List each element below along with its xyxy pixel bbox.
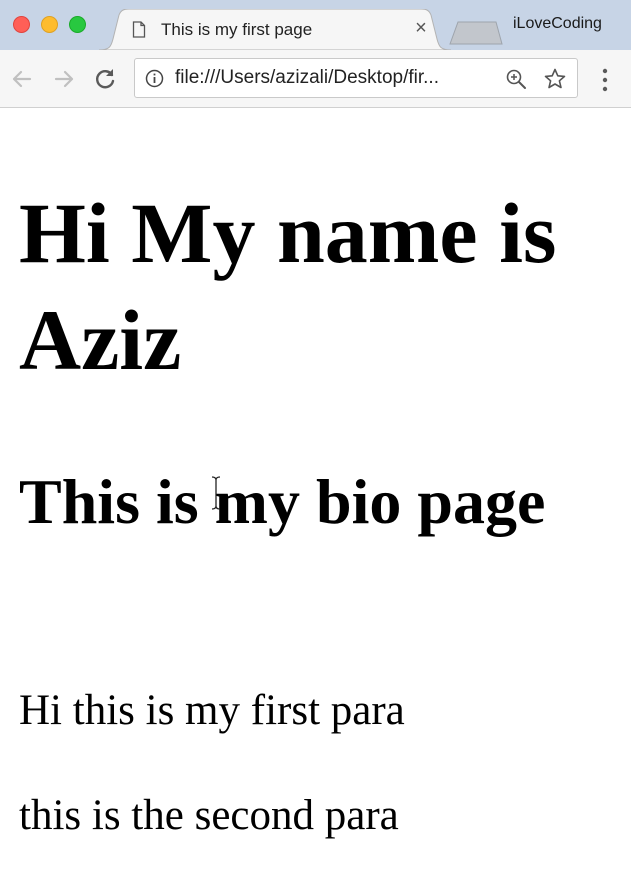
window-close-button[interactable]	[13, 16, 30, 33]
tab-close-button[interactable]: ×	[411, 18, 431, 38]
profile-name[interactable]: iLoveCoding	[513, 15, 602, 33]
new-tab-button[interactable]	[448, 20, 504, 45]
toolbar: file:///Users/azizali/Desktop/fir...	[0, 50, 631, 108]
info-icon[interactable]	[145, 69, 164, 88]
reload-icon[interactable]	[92, 66, 118, 92]
page-heading-2: This is my bio page	[19, 466, 546, 537]
url-text[interactable]: file:///Users/azizali/Desktop/fir...	[175, 67, 439, 89]
document-icon	[132, 21, 146, 38]
back-arrow-icon[interactable]	[9, 66, 35, 92]
page-heading-1: Hi My name is Aziz	[19, 185, 557, 388]
paragraph-2: this is the second para	[19, 792, 399, 839]
address-bar[interactable]: file:///Users/azizali/Desktop/fir...	[134, 58, 578, 98]
star-icon[interactable]	[543, 67, 567, 91]
paragraph-1: Hi this is my first para	[19, 687, 405, 734]
text-cursor-icon	[211, 476, 221, 510]
forward-arrow-icon[interactable]	[51, 66, 77, 92]
window-minimize-button[interactable]	[41, 16, 58, 33]
tab-title: This is my first page	[161, 20, 313, 39]
browser-window: This is my first page × iLoveCoding file…	[0, 0, 631, 884]
window-zoom-button[interactable]	[69, 16, 86, 33]
kebab-menu-icon[interactable]	[598, 67, 612, 93]
tab-strip: This is my first page × iLoveCoding	[0, 0, 631, 50]
page-content: Hi My name is Aziz This is my bio page H…	[0, 108, 631, 884]
zoom-icon[interactable]	[505, 68, 527, 90]
tab-active[interactable]: This is my first page ×	[99, 9, 451, 50]
